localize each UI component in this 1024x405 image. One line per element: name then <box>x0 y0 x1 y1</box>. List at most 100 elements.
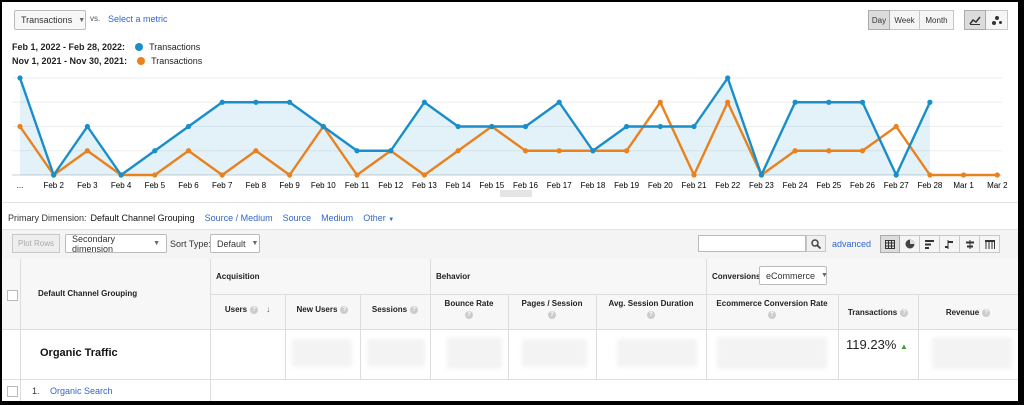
sort-arrow-down-icon[interactable]: ↓ <box>266 305 270 314</box>
dimension-other[interactable]: Other ▼ <box>363 213 394 223</box>
advanced-filter-link[interactable]: advanced <box>832 239 871 249</box>
data-point <box>118 172 124 178</box>
primary-dimension-label: Primary Dimension: <box>8 213 87 223</box>
data-point <box>17 75 23 81</box>
x-tick-label: Feb 9 <box>279 181 300 190</box>
data-view-button[interactable] <box>880 235 900 253</box>
primary-dimension-bar: Primary Dimension: Default Channel Group… <box>8 213 394 223</box>
dimension-medium[interactable]: Medium <box>321 213 353 223</box>
col-revenue[interactable]: Revenue? <box>918 308 1018 317</box>
divider <box>210 259 211 401</box>
help-icon[interactable]: ? <box>250 305 259 314</box>
col-bounce-rate[interactable]: Bounce Rate? <box>430 299 508 319</box>
data-point <box>455 123 461 130</box>
dimension-source-medium[interactable]: Source / Medium <box>205 213 273 223</box>
period-switch: Day Week Month <box>868 10 954 30</box>
row-index: 1. <box>32 386 40 396</box>
comparison-view-button[interactable] <box>940 235 960 253</box>
redacted-value <box>522 339 587 367</box>
data-point <box>219 172 225 178</box>
help-icon[interactable]: ? <box>340 305 349 314</box>
table-row: 1. Organic Search <box>32 386 113 396</box>
select-all-checkbox[interactable] <box>7 290 18 301</box>
row-checkbox[interactable] <box>7 386 18 397</box>
data-point <box>185 123 192 130</box>
secondary-dimension-select[interactable]: Secondary dimension ▼ <box>65 233 167 254</box>
divider <box>2 329 1018 330</box>
vs-label: vs. <box>90 14 101 23</box>
divider <box>2 379 1018 380</box>
period-week-button[interactable]: Week <box>890 10 920 30</box>
table-search-input[interactable] <box>698 235 806 252</box>
plot-rows-button[interactable]: Plot Rows <box>12 234 60 253</box>
help-icon[interactable]: ? <box>982 308 991 317</box>
data-point <box>927 172 933 178</box>
group-acquisition: Acquisition <box>216 272 260 281</box>
col-users[interactable]: Users? ↓ <box>210 305 285 314</box>
legend-dot-icon <box>137 57 146 65</box>
x-tick-label: Feb 17 <box>547 181 572 190</box>
x-tick-label: Feb 21 <box>682 181 707 190</box>
dimension-header[interactable]: Default Channel Grouping <box>38 289 137 298</box>
table-view-switch <box>880 235 1000 253</box>
help-icon[interactable]: ? <box>647 311 655 319</box>
data-point <box>792 148 798 154</box>
x-tick-label: Feb 19 <box>614 181 639 190</box>
data-point <box>489 123 495 130</box>
performance-view-button[interactable] <box>920 235 940 253</box>
col-pages-session[interactable]: Pages / Session? <box>508 299 596 319</box>
conversions-select-value: eCommerce <box>766 270 816 281</box>
group-behavior: Behavior <box>436 272 471 281</box>
help-icon[interactable]: ? <box>900 308 909 317</box>
sort-type-label: Sort Type: <box>170 239 211 249</box>
x-tick-label: ... <box>17 181 24 190</box>
redacted-value <box>617 339 697 367</box>
x-tick-label: Feb 26 <box>850 181 875 190</box>
legend-entry-current: Feb 1, 2022 - Feb 28, 2022: Transactions <box>12 40 202 54</box>
data-point <box>84 148 90 154</box>
divider <box>20 259 21 401</box>
col-transactions[interactable]: Transactions? <box>838 308 918 317</box>
data-point <box>354 172 360 178</box>
col-ecommerce-conversion-rate[interactable]: Ecommerce Conversion Rate? <box>706 299 838 319</box>
metric-select[interactable]: Transactions ▼ <box>14 10 86 30</box>
data-point <box>287 99 293 105</box>
help-icon[interactable]: ? <box>410 305 419 314</box>
redacted-value <box>292 339 352 367</box>
term-cloud-button[interactable] <box>960 235 980 253</box>
help-icon[interactable]: ? <box>465 311 473 319</box>
sort-type-select[interactable]: Default ▼ <box>210 234 260 253</box>
dimension-source[interactable]: Source <box>283 213 312 223</box>
conversions-select[interactable]: eCommerce ▼ <box>759 266 828 285</box>
line-chart-button[interactable] <box>964 10 986 30</box>
period-month-button[interactable]: Month <box>920 10 954 30</box>
x-tick-label: Feb 25 <box>816 181 841 190</box>
divider <box>430 259 431 380</box>
sort-type-value: Default <box>217 238 246 249</box>
pivot-view-button[interactable] <box>980 235 1000 253</box>
dimension-default-channel-grouping[interactable]: Default Channel Grouping <box>91 213 195 223</box>
data-point <box>961 172 967 178</box>
help-icon[interactable]: ? <box>548 311 556 319</box>
divider <box>210 294 1018 295</box>
search-button[interactable] <box>806 235 826 252</box>
select-metric-link[interactable]: Select a metric <box>108 14 168 24</box>
legend-dot-icon <box>135 43 144 51</box>
redacted-value <box>447 337 502 369</box>
secondary-dimension-label: Secondary dimension <box>72 233 116 254</box>
x-tick-label: Feb 20 <box>648 181 673 190</box>
col-sessions[interactable]: Sessions? <box>360 305 430 314</box>
motion-chart-button[interactable] <box>986 10 1008 30</box>
data-point <box>725 99 731 105</box>
data-point <box>859 99 866 105</box>
row-label-organic-search[interactable]: Organic Search <box>50 386 113 396</box>
col-new-users[interactable]: New Users? <box>285 305 360 314</box>
help-icon[interactable]: ? <box>768 311 776 319</box>
chart-resize-handle <box>500 190 532 197</box>
data-point <box>421 99 427 105</box>
percentage-view-button[interactable] <box>900 235 920 253</box>
period-day-button[interactable]: Day <box>868 10 890 30</box>
x-tick-label: Feb 13 <box>412 181 437 190</box>
data-point <box>17 123 23 130</box>
col-avg-session-duration[interactable]: Avg. Session Duration? <box>596 299 706 319</box>
